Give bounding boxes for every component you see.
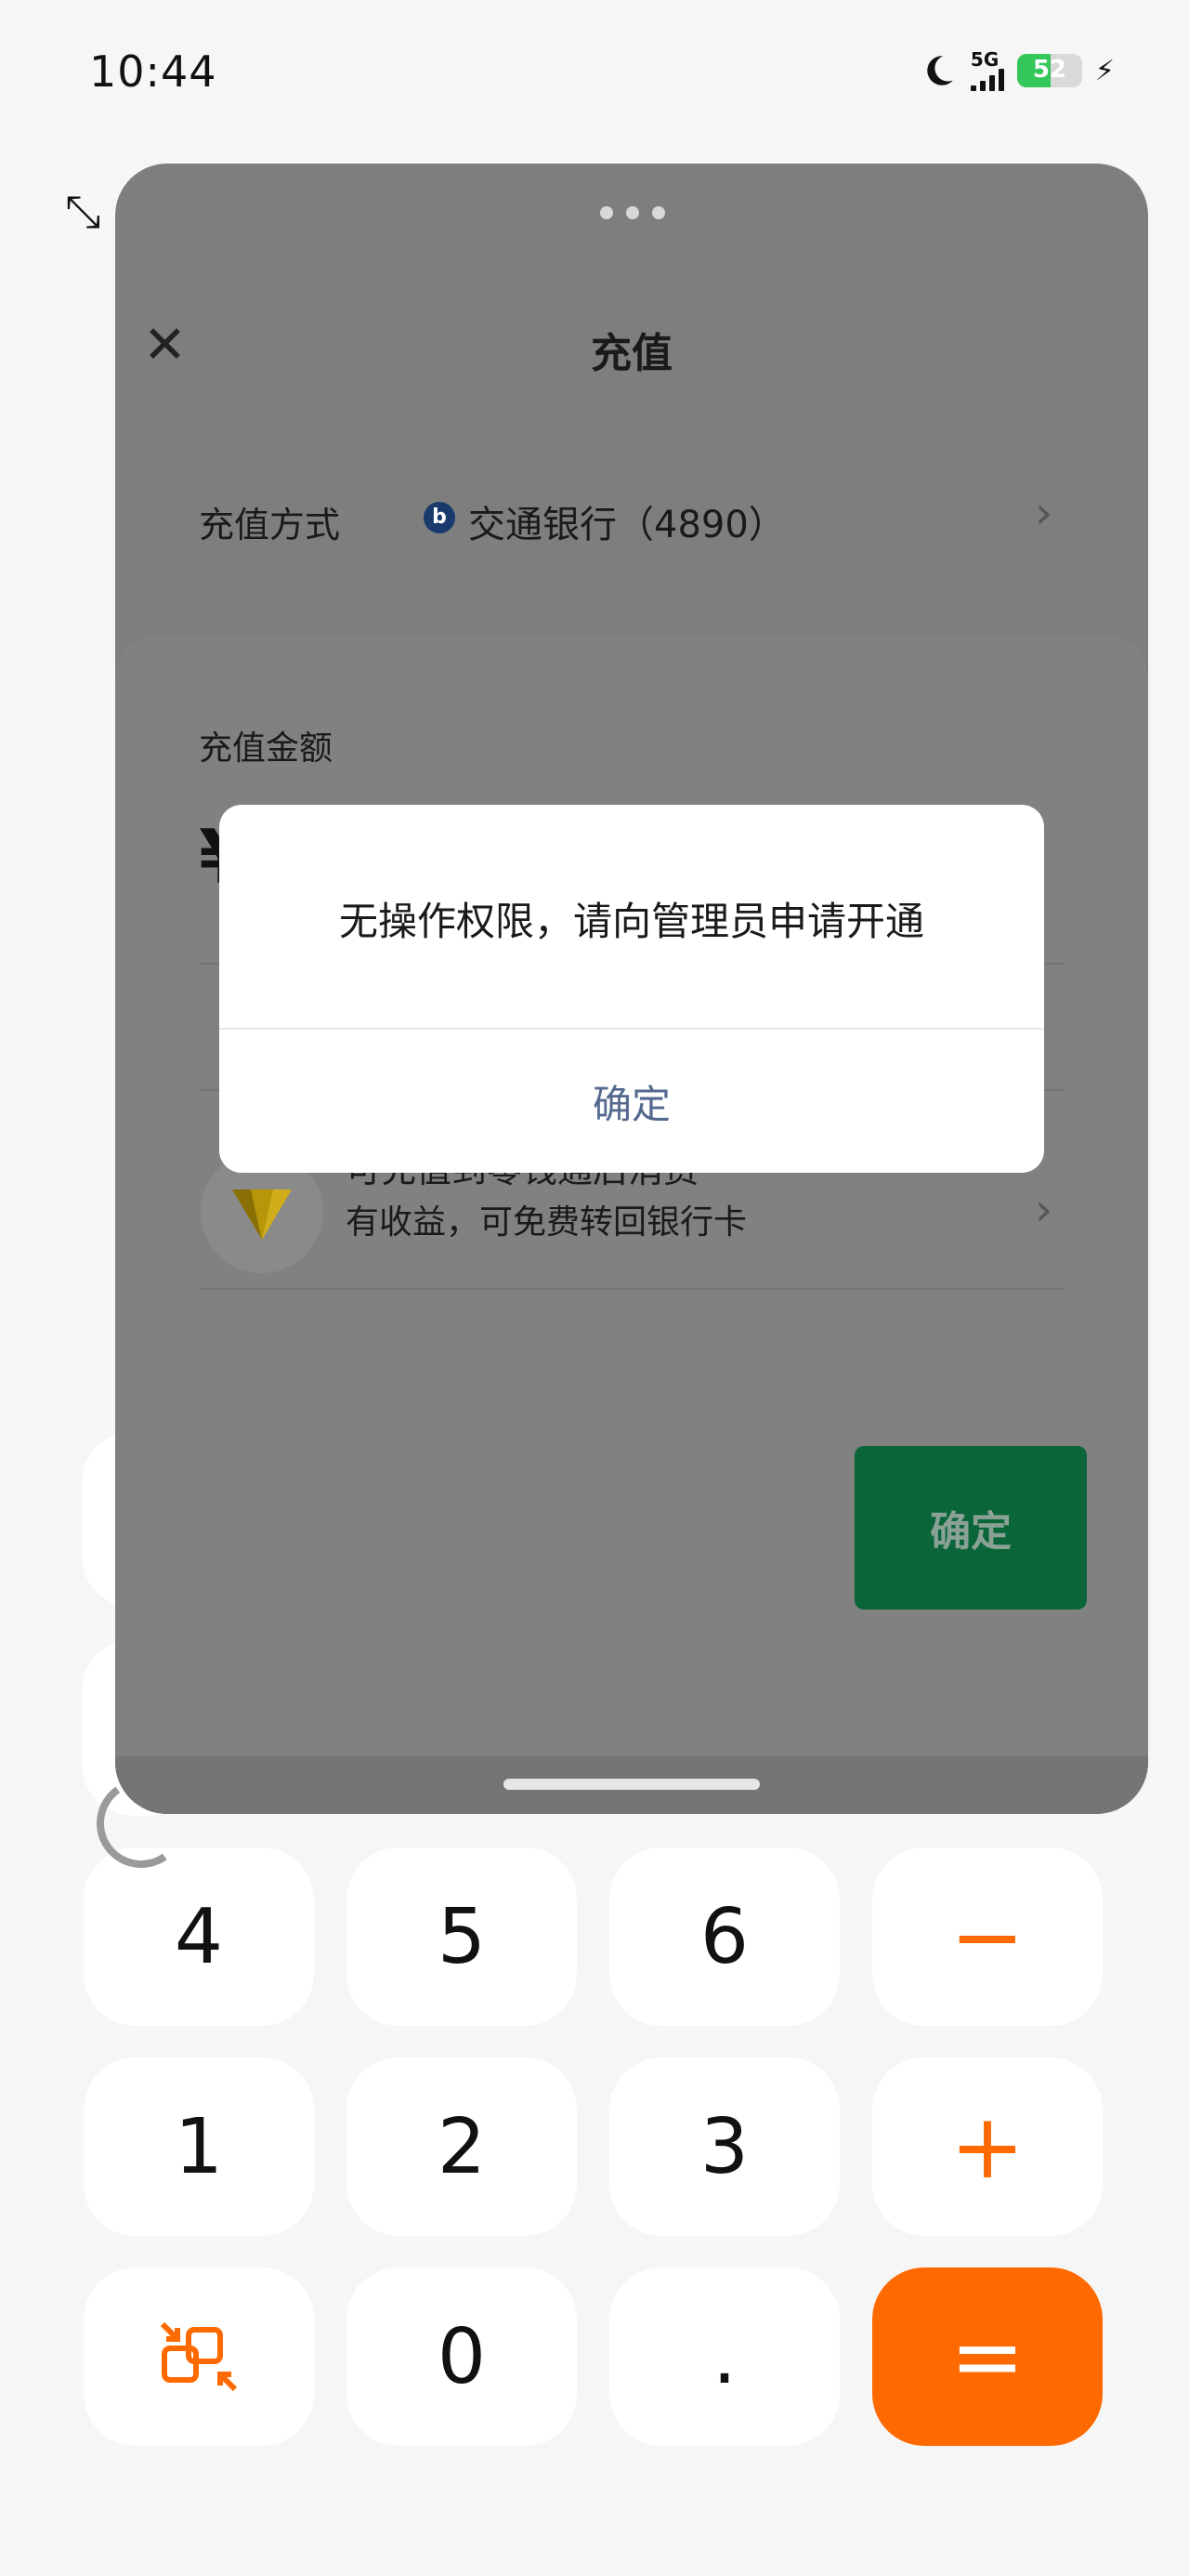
charging-icon: ⚡ <box>1094 54 1115 87</box>
alert-dialog: 无操作权限，请向管理员申请开通 确定 <box>219 805 1044 1173</box>
calc-key-4[interactable]: 4 <box>84 1847 314 2026</box>
calc-key-1[interactable]: 1 <box>84 2057 314 2236</box>
calc-key-6[interactable]: 6 <box>609 1847 840 2026</box>
calc-key-0[interactable]: 0 <box>346 2267 577 2446</box>
promo-subtitle: 有收益，可免费转回银行卡 <box>346 1203 748 1242</box>
dialog-message: 无操作权限，请向管理员申请开通 <box>338 899 924 944</box>
calc-key-3[interactable]: 3 <box>609 2057 840 2236</box>
bank-logo-icon: b <box>424 502 455 533</box>
calc-key-2[interactable]: 2 <box>346 2057 577 2236</box>
amount-label: 充值金额 <box>199 729 333 768</box>
moon-icon <box>927 56 953 85</box>
collapse-icon[interactable]: ⤡ <box>65 190 100 234</box>
status-icons: 5G 52 ⚡ <box>919 50 1115 91</box>
dialog-ok-button[interactable]: 确定 <box>219 1030 1044 1173</box>
status-time: 10:44 <box>89 46 217 97</box>
cellular-signal-icon: 5G <box>970 48 1004 91</box>
home-indicator[interactable] <box>503 1779 760 1790</box>
sheet-title: 充值 <box>591 330 673 377</box>
calc-key-minus[interactable]: − <box>872 1847 1103 2026</box>
calc-key-5[interactable]: 5 <box>346 1847 577 2026</box>
confirm-button[interactable]: 确定 <box>855 1446 1087 1610</box>
chevron-right-icon[interactable]: › <box>1035 1184 1052 1236</box>
more-dots-icon[interactable] <box>600 206 665 219</box>
calc-key-dot[interactable]: . <box>609 2267 840 2446</box>
chevron-right-icon[interactable]: › <box>1035 487 1052 539</box>
calc-key-plus[interactable]: + <box>872 2057 1103 2236</box>
bank-name[interactable]: 交通银行（4890） <box>468 494 786 548</box>
network-type: 5G <box>970 48 1000 71</box>
method-label: 充值方式 <box>199 505 341 545</box>
divider <box>199 1288 1065 1290</box>
rotate-switch-icon <box>160 2321 238 2392</box>
calc-key-switch[interactable] <box>84 2267 314 2446</box>
calc-key-equals[interactable]: = <box>872 2267 1103 2446</box>
battery-level: 52 <box>1032 56 1067 84</box>
battery-icon: 52 <box>1016 54 1082 87</box>
